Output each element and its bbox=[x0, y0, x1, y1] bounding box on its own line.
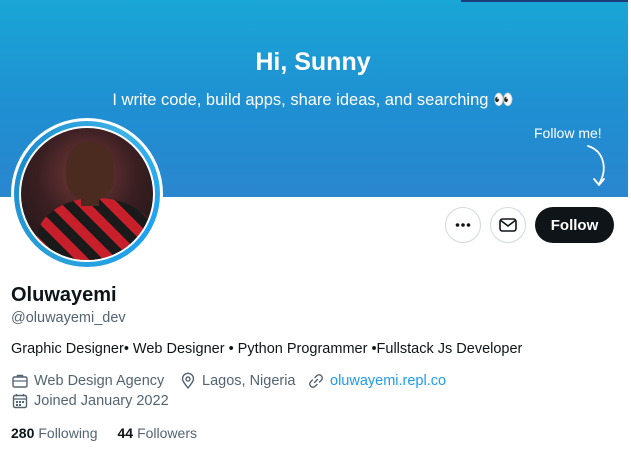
profile-work: Web Design Agency bbox=[11, 372, 164, 390]
location-pin-icon bbox=[181, 372, 195, 390]
profile-joined: Joined January 2022 bbox=[11, 392, 169, 410]
profile-location: Lagos, Nigeria bbox=[179, 372, 296, 390]
following-link[interactable]: 280 Following bbox=[11, 425, 98, 441]
envelope-icon bbox=[499, 218, 517, 232]
profile-joined-label: Joined January 2022 bbox=[34, 393, 169, 409]
followers-count: 44 bbox=[117, 425, 134, 441]
profile-work-label: Web Design Agency bbox=[34, 373, 165, 389]
avatar-shirt bbox=[37, 198, 153, 260]
avatar-head bbox=[66, 142, 114, 200]
avatar-photo bbox=[19, 126, 155, 262]
banner-tagline: I write code, build apps, share ideas, a… bbox=[112, 91, 514, 109]
more-options-button[interactable] bbox=[445, 207, 481, 243]
following-count: 280 bbox=[11, 425, 35, 441]
profile-stats: 280 Following 44 Followers bbox=[11, 425, 197, 441]
avatar-story-ring bbox=[14, 121, 160, 267]
avatar[interactable] bbox=[11, 118, 163, 270]
profile-location-label: Lagos, Nigeria bbox=[202, 373, 296, 389]
profile-display-name: Oluwayemi bbox=[11, 284, 117, 306]
profile-website: oluwayemi.repl.co bbox=[307, 372, 446, 390]
following-label: Following bbox=[38, 425, 98, 441]
followers-label: Followers bbox=[137, 425, 197, 441]
banner-top-divider bbox=[461, 0, 631, 2]
profile-handle: @oluwayemi_dev bbox=[11, 310, 126, 326]
profile-bio: Graphic Designer• Web Designer • Python … bbox=[11, 341, 523, 357]
follow-button[interactable]: Follow bbox=[535, 207, 614, 243]
followers-link[interactable]: 44 Followers bbox=[118, 425, 197, 441]
banner-greeting: Hi, Sunny bbox=[255, 48, 371, 76]
profile-website-link[interactable]: oluwayemi.repl.co bbox=[330, 373, 446, 389]
message-button[interactable] bbox=[490, 207, 526, 243]
more-dots-icon bbox=[455, 223, 471, 227]
curved-arrow-icon bbox=[587, 145, 605, 186]
calendar-icon bbox=[12, 394, 28, 409]
banner-follow-me: Follow me! bbox=[534, 125, 602, 141]
briefcase-icon bbox=[12, 374, 28, 388]
link-icon bbox=[309, 374, 323, 388]
